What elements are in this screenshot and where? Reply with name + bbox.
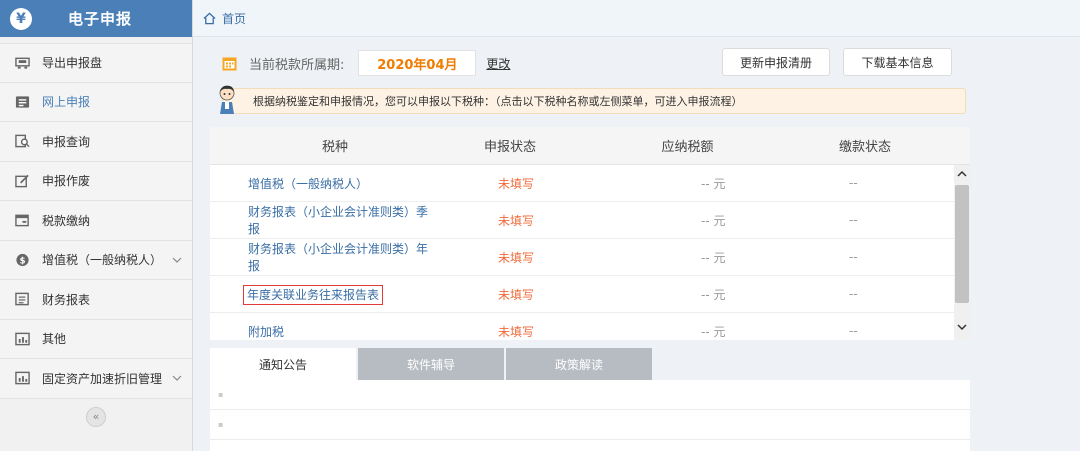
online-declare-icon bbox=[14, 95, 30, 109]
tax-type-link-highlighted[interactable]: 年度关联业务往来报告表 bbox=[243, 284, 384, 305]
sidebar-item-label: 网上申报 bbox=[42, 95, 91, 110]
yen-logo-icon: ¥ bbox=[10, 7, 32, 30]
sidebar-item-label: 申报作废 bbox=[42, 174, 91, 189]
sidebar-item-label: 其他 bbox=[42, 332, 67, 347]
sidebar-item-export-disk[interactable]: 导出申报盘 bbox=[0, 43, 192, 83]
declare-status: 未填写 bbox=[498, 250, 535, 265]
notice-list: ▪ ▪ bbox=[210, 380, 970, 451]
refresh-declaration-list-button[interactable]: 更新申报清册 bbox=[722, 48, 830, 76]
query-icon bbox=[14, 134, 30, 148]
app-header: ¥ 电子申报 bbox=[0, 0, 192, 37]
sidebar-item-label: 固定资产加速折旧管理 bbox=[42, 371, 163, 386]
breadcrumb-home-link[interactable]: 首页 bbox=[222, 10, 246, 27]
tab-software-guide[interactable]: 软件辅导 bbox=[358, 348, 504, 380]
tax-type-link[interactable]: 财务报表（小企业会计准则类）季报 bbox=[248, 205, 428, 236]
tip-banner: 根据纳税鉴定和申报情况，您可以申报以下税种：（点击以下税种名称或左侧菜单，可进入… bbox=[222, 88, 966, 114]
period-row: 当前税款所属期: 2020年04月 更改 bbox=[222, 50, 510, 76]
header-declare-status: 申报状态 bbox=[483, 140, 536, 155]
payment-status: -- bbox=[849, 250, 858, 264]
tax-amount: -- 元 bbox=[701, 213, 726, 228]
header-tax-amount: 应纳税额 bbox=[661, 140, 714, 155]
sidebar-item-label: 税款缴纳 bbox=[42, 213, 91, 228]
tax-type-link[interactable]: 附加税 bbox=[248, 325, 284, 339]
tax-type-link[interactable]: 财务报表（小企业会计准则类）年报 bbox=[248, 242, 428, 273]
declare-status: 未填写 bbox=[498, 324, 535, 339]
scroll-down-icon[interactable] bbox=[955, 320, 969, 334]
table-row: 年度关联业务往来报告表 未填写 -- 元 -- bbox=[210, 276, 970, 313]
tax-table: 税种 申报状态 应纳税额 缴款状态 增值税（一般纳税人） 未填写 -- 元 --… bbox=[210, 127, 970, 340]
table-row: 财务报表（小企业会计准则类）季报 未填写 -- 元 -- bbox=[210, 202, 970, 239]
home-icon[interactable] bbox=[203, 12, 216, 25]
tip-text: 根据纳税鉴定和申报情况，您可以申报以下税种：（点击以下税种名称或左侧菜单，可进入… bbox=[253, 95, 743, 108]
period-value: 2020年04月 bbox=[358, 50, 477, 76]
table-row: 财务报表（小企业会计准则类）年报 未填写 -- 元 -- bbox=[210, 239, 970, 276]
header-tax-type: 税种 bbox=[321, 140, 348, 155]
void-icon bbox=[14, 174, 30, 188]
period-label: 当前税款所属期: bbox=[249, 57, 345, 73]
export-disk-icon bbox=[14, 56, 30, 70]
header-payment-status: 缴款状态 bbox=[838, 140, 891, 155]
change-period-link[interactable]: 更改 bbox=[486, 55, 510, 72]
payment-status: -- bbox=[849, 324, 858, 338]
sidebar-item-fixed-assets[interactable]: 固定资产加速折旧管理 bbox=[0, 359, 192, 399]
calendar-icon bbox=[222, 57, 237, 70]
sidebar-item-vat[interactable]: $ 增值税（一般纳税人） bbox=[0, 240, 192, 280]
report-icon bbox=[14, 292, 30, 306]
sidebar-item-label: 增值税（一般纳税人） bbox=[42, 253, 163, 268]
assistant-avatar-icon bbox=[219, 85, 235, 114]
tab-policy-interpretation[interactable]: 政策解读 bbox=[506, 348, 652, 380]
svg-text:$: $ bbox=[19, 255, 25, 265]
table-row: 附加税 未填写 -- 元 -- bbox=[210, 313, 970, 340]
sidebar-item-online-declare[interactable]: 网上申报 bbox=[0, 82, 192, 122]
tax-amount: -- 元 bbox=[701, 176, 726, 191]
scroll-up-icon[interactable] bbox=[955, 167, 969, 181]
chart-icon bbox=[14, 332, 30, 346]
tax-amount: -- 元 bbox=[701, 324, 726, 339]
sidebar: ¥ 电子申报 导出申报盘 网上申报 申报查询 申报作废 税款缴纳 $ 增值税（一… bbox=[0, 0, 193, 451]
sidebar-item-payment[interactable]: 税款缴纳 bbox=[0, 201, 192, 241]
sidebar-item-void[interactable]: 申报作废 bbox=[0, 161, 192, 201]
payment-icon bbox=[14, 213, 30, 227]
bullet: ▪ bbox=[218, 390, 224, 399]
tax-amount: -- 元 bbox=[701, 250, 726, 265]
payment-status: -- bbox=[849, 287, 858, 301]
sidebar-item-query[interactable]: 申报查询 bbox=[0, 122, 192, 162]
declare-status: 未填写 bbox=[498, 213, 535, 228]
bullet: ▪ bbox=[218, 420, 224, 429]
collapse-sidebar-button[interactable]: « bbox=[86, 406, 106, 427]
sidebar-collapse-row: « bbox=[0, 399, 192, 435]
tab-notices[interactable]: 通知公告 bbox=[210, 348, 356, 380]
scrollbar-thumb[interactable] bbox=[955, 185, 969, 303]
breadcrumb: 首页 bbox=[193, 0, 1080, 37]
vat-icon: $ bbox=[14, 253, 30, 267]
sidebar-item-financial-report[interactable]: 财务报表 bbox=[0, 280, 192, 320]
payment-status: -- bbox=[849, 176, 858, 190]
tax-amount: -- 元 bbox=[701, 287, 726, 302]
list-item: ▪ bbox=[210, 380, 970, 410]
list-item: ▪ bbox=[210, 410, 970, 440]
tax-type-link[interactable]: 增值税（一般纳税人） bbox=[248, 177, 368, 191]
chevron-down-icon[interactable] bbox=[172, 373, 182, 383]
sidebar-menu: 导出申报盘 网上申报 申报查询 申报作废 税款缴纳 $ 增值税（一般纳税人） 财… bbox=[0, 37, 192, 399]
declare-status: 未填写 bbox=[498, 176, 535, 191]
table-header: 税种 申报状态 应纳税额 缴款状态 bbox=[210, 127, 970, 165]
declare-status: 未填写 bbox=[498, 287, 535, 302]
table-row: 增值税（一般纳税人） 未填写 -- 元 -- bbox=[210, 165, 970, 202]
sidebar-item-other[interactable]: 其他 bbox=[0, 319, 192, 359]
app-title: 电子申报 bbox=[68, 10, 133, 28]
download-basic-info-button[interactable]: 下载基本信息 bbox=[843, 48, 952, 76]
sidebar-item-label: 申报查询 bbox=[42, 134, 91, 149]
sidebar-item-label: 财务报表 bbox=[42, 292, 91, 307]
chevron-down-icon[interactable] bbox=[172, 255, 182, 265]
chart-icon bbox=[14, 371, 30, 385]
payment-status: -- bbox=[849, 213, 858, 227]
notice-tabs: 通知公告 软件辅导 政策解读 bbox=[210, 348, 654, 380]
sidebar-item-label: 导出申报盘 bbox=[42, 56, 103, 71]
